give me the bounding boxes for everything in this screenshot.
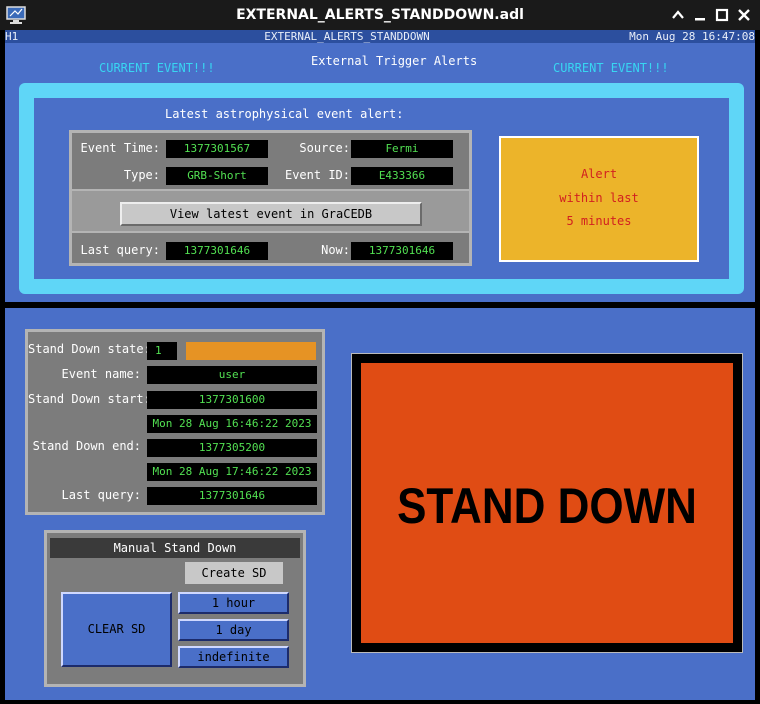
- event-last-query-label: Last query:: [80, 243, 160, 257]
- clock: Mon Aug 28 16:47:08: [629, 30, 755, 43]
- sd-end-date-field: Mon 28 Aug 17:46:22 2023: [147, 463, 317, 481]
- standdown-banner-text: STAND DOWN: [397, 478, 697, 534]
- standdown-panel: Stand Down state: 1 Event name: user Sta…: [25, 329, 325, 515]
- sd-event-name-label: Event name:: [61, 367, 141, 381]
- sd-end-label: Stand Down end:: [32, 439, 141, 453]
- sd-last-query-field: 1377301646: [147, 487, 317, 505]
- create-indefinite-button[interactable]: indefinite: [178, 646, 289, 668]
- display-name: EXTERNAL_ALERTS_STANDDOWN: [264, 30, 430, 43]
- maximize-icon[interactable]: [712, 5, 732, 25]
- sd-end-gps-field: 1377305200: [147, 439, 317, 457]
- page-title: External Trigger Alerts: [311, 54, 478, 68]
- sd-state-label: Stand Down state:: [28, 342, 151, 356]
- chevron-up-icon[interactable]: [668, 5, 688, 25]
- event-panel: Event Time: 1377301567 Source: Fermi Typ…: [69, 130, 472, 266]
- event-time-label: Event Time:: [80, 141, 160, 155]
- type-field: GRB-Short: [166, 167, 268, 185]
- clear-sd-button[interactable]: CLEAR SD: [61, 592, 172, 667]
- view-gracedb-button[interactable]: View latest event in GraCEDB: [120, 202, 422, 226]
- event-last-query-field: 1377301646: [166, 242, 268, 260]
- now-field: 1377301646: [351, 242, 453, 260]
- source-label: Source:: [299, 141, 350, 155]
- view-button-row: View latest event in GraCEDB: [72, 189, 469, 233]
- event-id-field: E433366: [351, 167, 453, 185]
- create-1-day-button[interactable]: 1 day: [178, 619, 289, 641]
- sd-start-date-field: Mon 28 Aug 16:46:22 2023: [147, 415, 317, 433]
- sd-last-query-label: Last query:: [61, 488, 141, 502]
- event-id-label: Event ID:: [284, 168, 350, 182]
- recent-alert-box: Alert within last 5 minutes: [499, 136, 699, 262]
- standdown-banner: STAND DOWN: [361, 363, 733, 643]
- section-divider: [5, 302, 755, 308]
- sd-state-indicator: [186, 342, 316, 360]
- create-1-hour-button[interactable]: 1 hour: [178, 592, 289, 614]
- recent-alert-line3: 5 minutes: [566, 214, 632, 228]
- recent-alert-line1: Alert: [580, 167, 618, 181]
- sd-event-name-field: user: [147, 366, 317, 384]
- current-event-right: CURRENT EVENT!!!: [553, 61, 669, 75]
- current-event-left: CURRENT EVENT!!!: [99, 61, 215, 75]
- sd-start-label: Stand Down start:: [28, 392, 151, 406]
- manual-sd-title: Manual Stand Down: [50, 538, 300, 558]
- type-label: Type:: [123, 168, 160, 182]
- create-sd-label: Create SD: [185, 562, 283, 584]
- latest-alert-subtitle: Latest astrophysical event alert:: [165, 107, 404, 121]
- close-icon[interactable]: [734, 5, 754, 25]
- window-title: EXTERNAL_ALERTS_STANDDOWN.adl: [236, 7, 524, 23]
- sd-start-gps-field: 1377301600: [147, 391, 317, 409]
- event-time-field: 1377301567: [166, 140, 268, 158]
- header-strip: H1 EXTERNAL_ALERTS_STANDDOWN Mon Aug 28 …: [5, 30, 755, 43]
- display-canvas: H1 EXTERNAL_ALERTS_STANDDOWN Mon Aug 28 …: [5, 30, 755, 700]
- standdown-banner-frame: STAND DOWN: [351, 353, 743, 653]
- recent-alert-line2: within last: [559, 191, 639, 205]
- now-label: Now:: [321, 243, 350, 257]
- sd-state-field: 1: [147, 342, 177, 360]
- minimize-icon[interactable]: [690, 5, 710, 25]
- source-field: Fermi: [351, 140, 453, 158]
- window-titlebar: EXTERNAL_ALERTS_STANDDOWN.adl: [0, 0, 760, 30]
- manual-sd-panel: Manual Stand Down Create SD CLEAR SD 1 h…: [44, 530, 306, 687]
